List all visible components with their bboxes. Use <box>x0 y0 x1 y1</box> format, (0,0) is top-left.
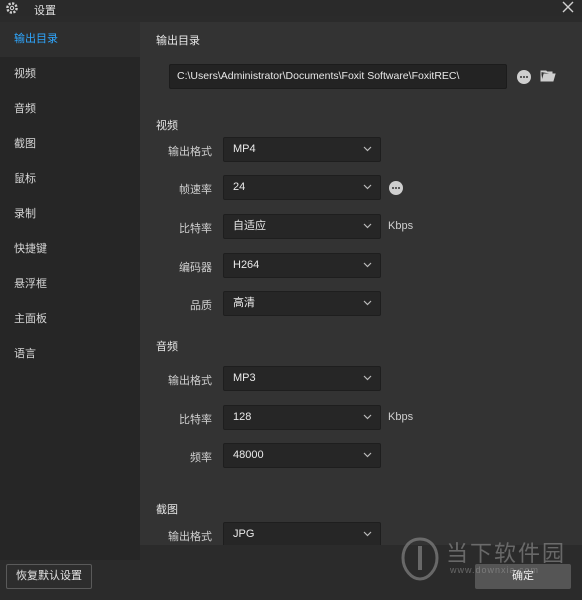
sidebar-item-recording[interactable]: 录制 <box>0 197 140 232</box>
framerate-more-button[interactable] <box>389 181 403 195</box>
encoder-label: 编码器 <box>179 262 212 274</box>
screenshot-format-value: JPG <box>233 528 255 540</box>
section-title-audio: 音频 <box>156 341 178 353</box>
chevron-down-icon <box>363 300 372 306</box>
quality-label: 品质 <box>190 300 212 312</box>
frequency-value: 48000 <box>233 449 264 461</box>
encoder-value: H264 <box>233 259 260 271</box>
sidebar-item-video[interactable]: 视频 <box>0 57 140 92</box>
chevron-down-icon <box>363 531 372 537</box>
audio-bitrate-select[interactable]: 128 <box>223 405 381 430</box>
framerate-value: 24 <box>233 181 246 193</box>
frequency-select[interactable]: 48000 <box>223 443 381 468</box>
audio-bitrate-label: 比特率 <box>179 414 212 426</box>
section-title-screenshot: 截图 <box>156 504 178 516</box>
video-bitrate-unit: Kbps <box>388 220 414 232</box>
video-bitrate-label: 比特率 <box>179 223 212 235</box>
quality-select[interactable]: 高清 <box>223 291 381 316</box>
sidebar-item-main-panel[interactable]: 主面板 <box>0 302 140 337</box>
settings-panel: 输出目录 C:\Users\Administrator\Documents\Fo… <box>140 22 582 545</box>
video-format-select[interactable]: MP4 <box>223 137 381 162</box>
reset-defaults-button[interactable]: 恢复默认设置 <box>6 564 92 589</box>
chevron-down-icon <box>363 184 372 190</box>
audio-bitrate-unit: Kbps <box>388 411 414 423</box>
chevron-down-icon <box>363 375 372 381</box>
browse-more-button[interactable] <box>517 70 531 84</box>
video-bitrate-value: 自适应 <box>233 220 266 232</box>
gear-icon <box>6 2 18 14</box>
video-bitrate-select[interactable]: 自适应 <box>223 214 381 239</box>
sidebar-item-screenshot[interactable]: 截图 <box>0 127 140 162</box>
audio-format-label: 输出格式 <box>168 375 212 387</box>
sidebar-item-language[interactable]: 语言 <box>0 337 140 372</box>
sidebar: 输出目录 视频 音频 截图 鼠标 录制 快捷键 悬浮框 主面板 语言 <box>0 22 140 560</box>
chevron-down-icon <box>363 262 372 268</box>
sidebar-item-floating-box[interactable]: 悬浮框 <box>0 267 140 302</box>
chevron-down-icon <box>363 223 372 229</box>
video-format-value: MP4 <box>233 143 256 155</box>
chevron-down-icon <box>363 414 372 420</box>
section-title-output-dir: 输出目录 <box>156 35 200 47</box>
video-format-label: 输出格式 <box>168 146 212 158</box>
watermark-url: www.downxia.com <box>450 565 540 575</box>
sidebar-item-audio[interactable]: 音频 <box>0 92 140 127</box>
watermark: 当下软件园 www.downxia.com <box>398 536 582 586</box>
screenshot-format-label: 输出格式 <box>168 531 212 543</box>
audio-format-value: MP3 <box>233 372 256 384</box>
sidebar-item-mouse[interactable]: 鼠标 <box>0 162 140 197</box>
sidebar-item-hotkeys[interactable]: 快捷键 <box>0 232 140 267</box>
screenshot-format-select[interactable]: JPG <box>223 522 381 545</box>
chevron-down-icon <box>363 146 372 152</box>
close-icon[interactable] <box>562 1 574 13</box>
encoder-select[interactable]: H264 <box>223 253 381 278</box>
quality-value: 高清 <box>233 297 255 309</box>
output-path-field[interactable]: C:\Users\Administrator\Documents\Foxit S… <box>169 64 507 89</box>
window-title: 设置 <box>34 5 56 17</box>
watermark-logo-icon <box>401 537 439 581</box>
watermark-text: 当下软件园 <box>446 541 567 566</box>
framerate-select[interactable]: 24 <box>223 175 381 200</box>
audio-format-select[interactable]: MP3 <box>223 366 381 391</box>
title-bar: 设置 <box>0 0 582 17</box>
framerate-label: 帧速率 <box>179 184 212 196</box>
audio-bitrate-value: 128 <box>233 411 252 423</box>
section-title-video: 视频 <box>156 120 178 132</box>
frequency-label: 频率 <box>190 452 212 464</box>
open-folder-icon[interactable] <box>540 69 556 83</box>
sidebar-item-output-dir[interactable]: 输出目录 <box>0 22 140 57</box>
chevron-down-icon <box>363 452 372 458</box>
